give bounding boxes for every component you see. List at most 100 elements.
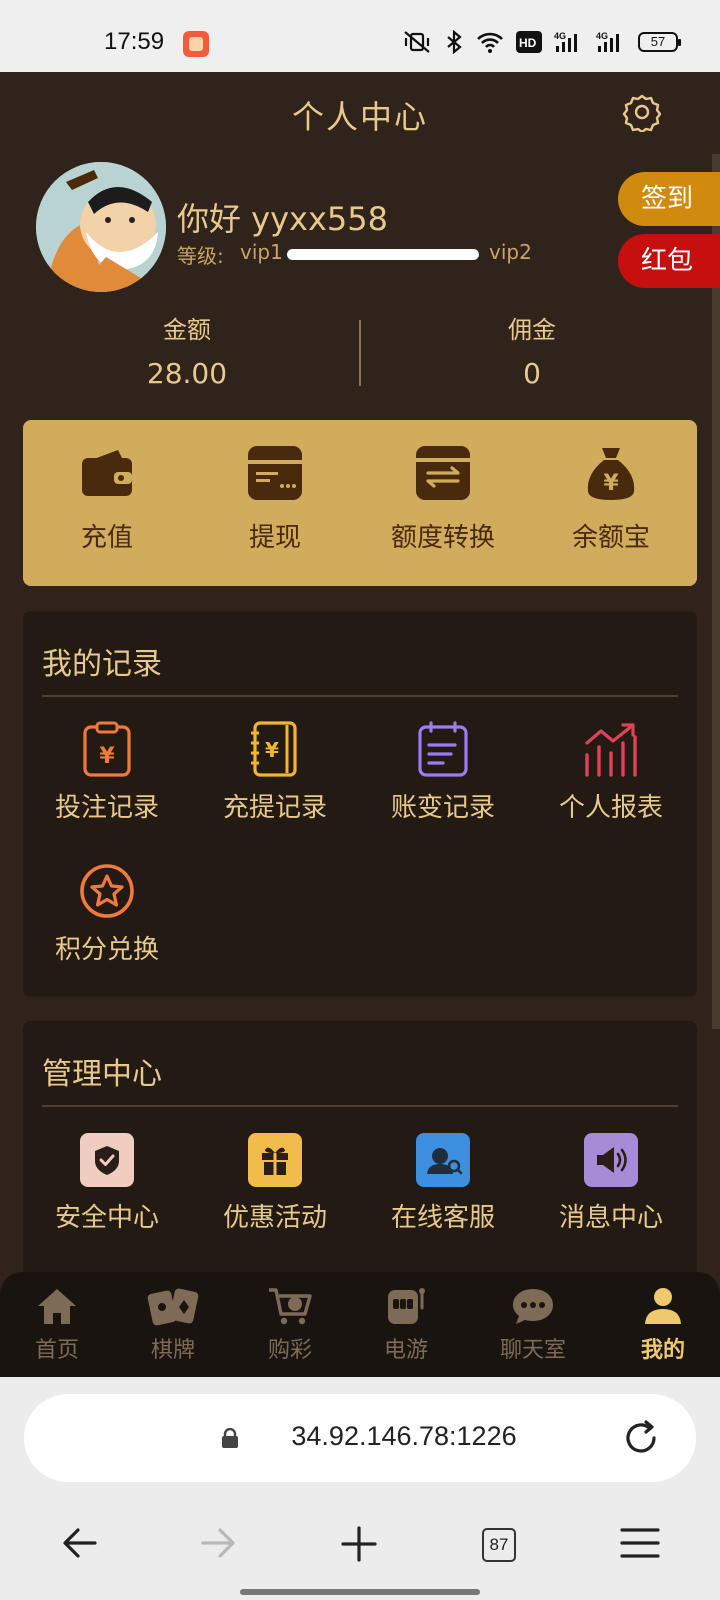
- gear-icon[interactable]: [622, 92, 662, 132]
- account-change-records-item[interactable]: 账变记录: [359, 721, 527, 824]
- message-center-label: 消息中心: [558, 1203, 663, 1233]
- withdraw-button[interactable]: 提现: [191, 420, 359, 586]
- megaphone-icon: [584, 1133, 638, 1187]
- avatar[interactable]: [36, 162, 166, 292]
- nav-cards-label: 棋牌: [150, 1338, 195, 1363]
- svg-text:¥: ¥: [265, 738, 279, 762]
- online-service-label: 在线客服: [390, 1203, 495, 1233]
- bluetooth-icon: [447, 30, 462, 54]
- svg-text:HD: HD: [519, 36, 537, 50]
- money-bag-icon: ¥: [587, 448, 635, 500]
- records-title: 我的记录: [42, 647, 162, 682]
- signal-4g-icon-2: 4G: [596, 31, 619, 52]
- commission-stat: 佣金 0: [432, 310, 632, 390]
- notification-app-icon: [183, 31, 209, 57]
- home-indicator[interactable]: [240, 1589, 480, 1595]
- nav-chatroom-label: 聊天室: [499, 1338, 566, 1363]
- balance-value: 28.00: [146, 357, 228, 390]
- wallet-actions-card: 充值 提现 额度转换 ¥ 余额宝: [23, 420, 697, 586]
- browser-navigation: 87: [0, 1500, 720, 1600]
- browser-url-bar[interactable]: 34.92.146.78:1226: [24, 1394, 696, 1482]
- nav-mine[interactable]: 我的: [608, 1286, 718, 1364]
- level-progress-bar: [287, 249, 479, 260]
- nav-home[interactable]: 首页: [2, 1286, 112, 1364]
- transfer-label: 额度转换: [390, 523, 495, 553]
- online-service-item[interactable]: 在线客服: [359, 1133, 527, 1234]
- svg-text:4G: 4G: [554, 31, 566, 41]
- red-packet-button[interactable]: 红包: [618, 234, 720, 288]
- nav-home-label: 首页: [34, 1338, 79, 1363]
- status-icons: HD 4G 4G 57: [402, 30, 681, 54]
- commission-label: 佣金: [508, 316, 556, 344]
- yuebao-label: 余额宝: [571, 523, 650, 553]
- yuebao-button[interactable]: ¥ 余额宝: [527, 420, 695, 586]
- avatar-illustration: [36, 162, 166, 292]
- nav-lottery[interactable]: 购彩: [235, 1286, 345, 1364]
- points-exchange-item[interactable]: 积分兑换: [23, 863, 191, 966]
- level-label: 等级:: [177, 244, 224, 268]
- back-arrow-icon[interactable]: [62, 1526, 98, 1560]
- recharge-button[interactable]: 充值: [23, 420, 191, 586]
- menu-icon[interactable]: [620, 1526, 660, 1560]
- nav-lottery-label: 购彩: [267, 1338, 312, 1363]
- bottom-navigation: 首页 棋牌 购彩 电游 聊天室 我的: [0, 1272, 720, 1377]
- star-circle-icon: [80, 864, 134, 918]
- points-exchange-label: 积分兑换: [54, 935, 159, 965]
- transfer-button[interactable]: 额度转换: [359, 420, 527, 586]
- transfer-icon: [416, 446, 470, 500]
- shield-check-icon: [80, 1133, 134, 1187]
- sign-in-button[interactable]: 签到: [618, 172, 720, 226]
- gift-icon: [248, 1133, 302, 1187]
- chart-trend-icon: [585, 723, 637, 777]
- svg-text:¥: ¥: [99, 744, 115, 769]
- recharge-label: 充值: [80, 523, 133, 553]
- balance-stat: 金额 28.00: [87, 310, 287, 390]
- wallet-icon: [82, 450, 132, 496]
- personal-report-item[interactable]: 个人报表: [527, 721, 695, 824]
- user-icon: [645, 1288, 681, 1324]
- commission-value: 0: [523, 357, 541, 390]
- level-current: vip1: [240, 240, 283, 264]
- customer-service-icon: [416, 1133, 470, 1187]
- status-time: 17:59: [104, 28, 165, 55]
- records-divider: [42, 695, 678, 697]
- management-title: 管理中心: [42, 1057, 162, 1092]
- management-divider: [42, 1105, 678, 1107]
- bet-records-label: 投注记录: [54, 793, 159, 823]
- mute-vibrate-icon: [404, 31, 430, 53]
- deposit-withdraw-records-item[interactable]: ¥ 充提记录: [191, 721, 359, 824]
- notebook-yuan-icon: ¥: [251, 721, 297, 777]
- home-icon: [38, 1289, 76, 1324]
- svg-text:¥: ¥: [603, 471, 619, 496]
- account-change-records-label: 账变记录: [390, 793, 495, 823]
- stats-divider: [359, 320, 361, 386]
- withdraw-label: 提现: [248, 523, 301, 553]
- personal-report-label: 个人报表: [558, 793, 663, 823]
- nav-mine-label: 我的: [640, 1338, 685, 1363]
- promotions-label: 优惠活动: [222, 1203, 327, 1233]
- new-tab-plus-icon[interactable]: [341, 1526, 377, 1562]
- nav-chatroom[interactable]: 聊天室: [478, 1286, 588, 1364]
- page-title: 个人中心: [291, 98, 428, 136]
- card-withdraw-icon: [248, 446, 302, 500]
- my-records-section: 我的记录 ¥ 投注记录 ¥ 充提记录 账变记录 个人报表 积分兑换: [23, 611, 697, 997]
- level-next: vip2: [489, 240, 532, 264]
- security-center-label: 安全中心: [54, 1203, 159, 1233]
- security-center-item[interactable]: 安全中心: [23, 1133, 191, 1234]
- tab-count-button[interactable]: 87: [482, 1528, 516, 1562]
- signal-4g-icon-1: 4G: [554, 31, 577, 52]
- promotions-item[interactable]: 优惠活动: [191, 1133, 359, 1234]
- chat-icon: [513, 1289, 553, 1324]
- nav-slots[interactable]: 电游: [351, 1286, 461, 1364]
- hd-icon: HD: [516, 31, 542, 53]
- forward-arrow-icon[interactable]: [200, 1526, 236, 1560]
- nav-cards[interactable]: 棋牌: [118, 1286, 228, 1364]
- lottery-cart-icon: [269, 1288, 312, 1325]
- message-center-item[interactable]: 消息中心: [527, 1133, 695, 1234]
- reload-icon[interactable]: [621, 1418, 661, 1458]
- bet-records-item[interactable]: ¥ 投注记录: [23, 721, 191, 824]
- balance-label: 金额: [163, 316, 211, 344]
- svg-text:4G: 4G: [596, 31, 608, 41]
- user-greeting: 你好 yyxx558: [177, 200, 389, 238]
- app-screen: 个人中心 你好 yyxx558 等级: vip1 vip2 签到 红包 金额 2…: [0, 72, 720, 1377]
